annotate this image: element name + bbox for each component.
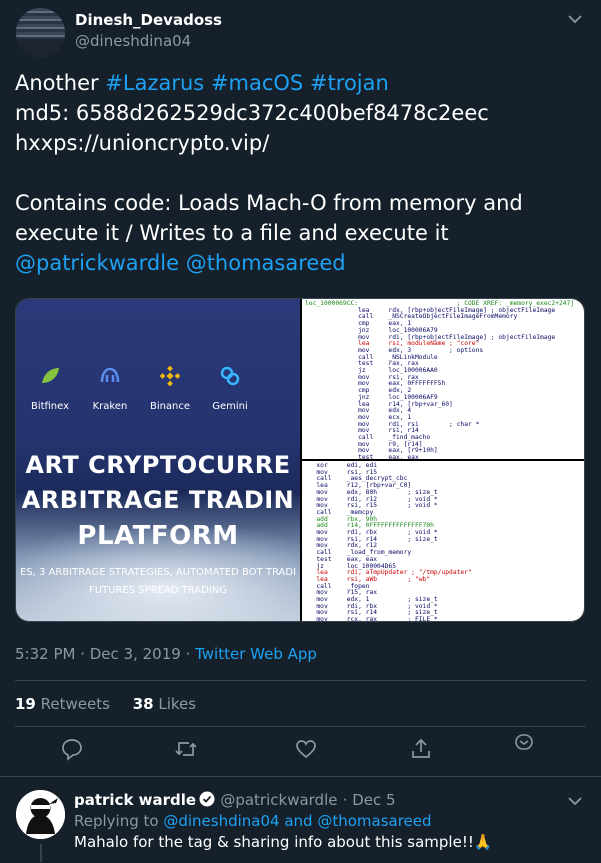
bookmark-icon[interactable] [512, 731, 538, 757]
kraken-icon [99, 365, 121, 387]
reply-author-avatar[interactable] [16, 790, 65, 839]
exchange-label: Kraken [92, 401, 128, 412]
gemini-icon [219, 365, 241, 387]
reply-header: patrick wardle @patrickwardle · Dec 5 [74, 791, 396, 809]
author-name[interactable]: Dinesh_Devadoss [75, 11, 222, 29]
exchange-logos: Bitfinex Kraken Binance Gemini [16, 365, 300, 435]
tweet-line: md5: 6588d262529dc372c400bef8478c2eec [15, 98, 585, 128]
tweet-text-segment [303, 71, 310, 95]
replying-to-links[interactable]: @dineshdina04 and @thomasareed [163, 812, 431, 830]
disassembly-line: mov rcx, rax ; FILE * [305, 616, 438, 621]
tweet-link[interactable]: @patrickwardle [15, 251, 179, 275]
gemini-logo: Gemini [198, 365, 262, 412]
tweet-text: Another #Lazarus #macOS #trojan md5: 6588… [15, 68, 585, 278]
promo-headline-3: PLATFORM [77, 521, 239, 551]
tweet-line: @patrickwardle @thomasareed [15, 248, 585, 278]
reply-author-name[interactable]: patrick wardle [74, 791, 196, 809]
disassembly-listing: xor edi, edi mov rsi, r15 call _aes_decr… [302, 461, 584, 621]
promo-subline-1: ES, 3 ARBITRAGE STRATEGIES, AUTOMATED BO… [19, 567, 297, 578]
tweet-text-segment: hxxps://unioncrypto.vip/ [15, 131, 270, 155]
leaf-icon [39, 365, 61, 387]
likes-label: Likes [158, 695, 197, 713]
exchange-label: Bitfinex [30, 401, 70, 412]
chevron-down-icon[interactable] [568, 796, 582, 806]
tweet-timestamp: 5:32 PM · Dec 3, 2019 · Twitter Web App [15, 645, 317, 663]
reply-author-handle[interactable]: @patrickwardle [220, 791, 337, 809]
timestamp-text: 5:32 PM · Dec 3, 2019 · [15, 645, 196, 663]
media-image-disassembly-bottom[interactable]: xor edi, edi mov rsi, r15 call _aes_decr… [302, 461, 584, 621]
promo-subline-2: FUTURES SPREAD TRADING [88, 585, 228, 596]
promo-headline-1: ART CRYPTOCURRE [25, 451, 291, 479]
binance-logo: Binance [138, 365, 202, 412]
media-image-promo[interactable]: Bitfinex Kraken Binance Gemini ART CRYPT… [16, 299, 300, 621]
likes-stat[interactable]: 38 Likes [133, 695, 196, 713]
tweet-text-segment: Another [15, 71, 106, 95]
tweet-text-segment [179, 251, 186, 275]
reply-date[interactable]: · Dec 5 [343, 791, 396, 809]
replying-prefix: Replying to [74, 812, 164, 830]
retweets-label: Retweets [40, 695, 110, 713]
divider [15, 680, 586, 681]
tweet-text-segment [204, 71, 211, 95]
tweet-line: execute it / Writes to a file and execut… [15, 218, 585, 248]
retweets-stat[interactable]: 19 Retweets [15, 695, 110, 713]
tweet-text-segment: Contains code: Loads Mach-O from memory … [15, 191, 523, 215]
divider [0, 776, 601, 777]
exchange-label: Gemini [212, 401, 248, 412]
tweet-text-segment: md5: 6588d262529dc372c400bef8478c2eec [15, 101, 489, 125]
tweet-link[interactable]: #trojan [310, 71, 389, 95]
tweet-text-segment: execute it / Writes to a file and execut… [15, 221, 449, 245]
disassembly-listing: loc_1000069CC: ; CODE XREF: _memory_exec… [302, 299, 584, 459]
like-icon[interactable] [294, 737, 320, 763]
reply-icon[interactable] [60, 737, 86, 763]
retweet-icon[interactable] [174, 737, 200, 763]
tweet-line: Contains code: Loads Mach-O from memory … [15, 188, 585, 218]
tweet-line [15, 158, 585, 188]
tweet-line: Another #Lazarus #macOS #trojan [15, 68, 585, 98]
replying-to: Replying to @dineshdina04 and @thomasare… [74, 812, 432, 830]
chevron-down-icon[interactable] [568, 14, 582, 24]
author-avatar[interactable] [16, 8, 65, 57]
likes-count: 38 [132, 695, 154, 713]
reply-text: Mahalo for the tag & sharing info about … [74, 833, 493, 851]
tweet-link[interactable]: #Lazarus [105, 71, 204, 95]
retweets-count: 19 [15, 695, 36, 713]
divider [15, 726, 586, 727]
disassembly-line: test eax, eax [305, 454, 419, 459]
binance-icon [159, 365, 181, 387]
bitfinex-logo: Bitfinex [18, 365, 82, 412]
tweet-actions [0, 734, 601, 767]
exchange-label: Binance [149, 401, 191, 412]
tweet-stats: 19 Retweets 38 Likes [15, 695, 196, 713]
author-handle[interactable]: @dineshdina04 [75, 32, 191, 50]
share-icon[interactable] [409, 737, 435, 763]
tweet-media[interactable]: Bitfinex Kraken Binance Gemini ART CRYPT… [15, 298, 585, 622]
reply-tweet[interactable]: patrick wardle @patrickwardle · Dec 5 Re… [0, 786, 601, 863]
tweet-link[interactable]: @thomasareed [186, 251, 346, 275]
thread-line [40, 844, 42, 862]
tweet-line: hxxps://unioncrypto.vip/ [15, 128, 585, 158]
promo-headline-2: ARBITRAGE TRADIN [21, 486, 295, 514]
source-app-link[interactable]: Twitter Web App [195, 645, 317, 663]
kraken-logo: Kraken [78, 365, 142, 412]
tweet-link[interactable]: #macOS [211, 71, 303, 95]
verified-icon [199, 791, 215, 807]
media-image-disassembly-top[interactable]: loc_1000069CC: ; CODE XREF: _memory_exec… [302, 299, 584, 459]
